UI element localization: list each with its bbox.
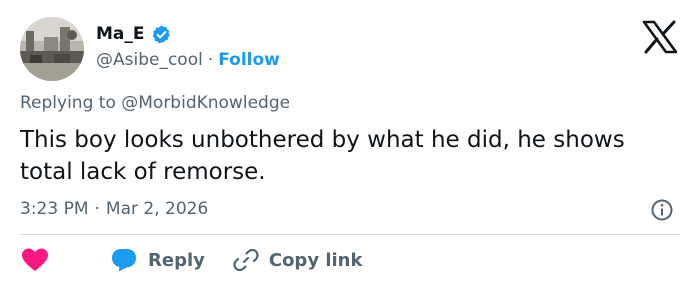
- link-icon: [233, 247, 259, 273]
- reply-mention-link[interactable]: @MorbidKnowledge: [121, 93, 290, 113]
- speech-bubble-icon: [110, 247, 138, 273]
- like-button[interactable]: [20, 247, 50, 273]
- reply-label: Reply: [148, 249, 205, 271]
- replying-to-line: Replying to @MorbidKnowledge: [20, 93, 290, 113]
- author-name-row: Ma_E: [96, 22, 172, 46]
- tweet-date: Mar 2, 2026: [105, 199, 209, 219]
- verified-badge-icon: [151, 24, 172, 45]
- tweet-timestamp[interactable]: 3:23 PM · Mar 2, 2026: [20, 197, 208, 221]
- tweet-time: 3:23 PM: [20, 199, 89, 219]
- tweet-text: This boy looks unbothered by what he did…: [20, 127, 625, 185]
- replying-prefix: Replying to: [20, 93, 116, 113]
- x-logo-icon[interactable]: [640, 20, 680, 54]
- copy-link-button[interactable]: Copy link: [233, 247, 363, 273]
- copy-link-label: Copy link: [268, 249, 363, 271]
- timestamp-separator: ·: [94, 199, 100, 219]
- author-handle-row: @Asibe_cool · Follow: [96, 48, 280, 72]
- heart-icon: [20, 247, 50, 273]
- action-bar: Reply Copy link: [20, 245, 362, 275]
- follow-button[interactable]: Follow: [218, 50, 280, 70]
- divider: [20, 234, 680, 235]
- info-icon[interactable]: [650, 198, 674, 222]
- reply-button[interactable]: Reply: [110, 247, 205, 273]
- avatar[interactable]: [20, 17, 84, 81]
- author-handle[interactable]: @Asibe_cool: [96, 50, 203, 70]
- avatar-image: [20, 17, 84, 81]
- display-name[interactable]: Ma_E: [96, 24, 145, 44]
- handle-separator: ·: [207, 50, 214, 70]
